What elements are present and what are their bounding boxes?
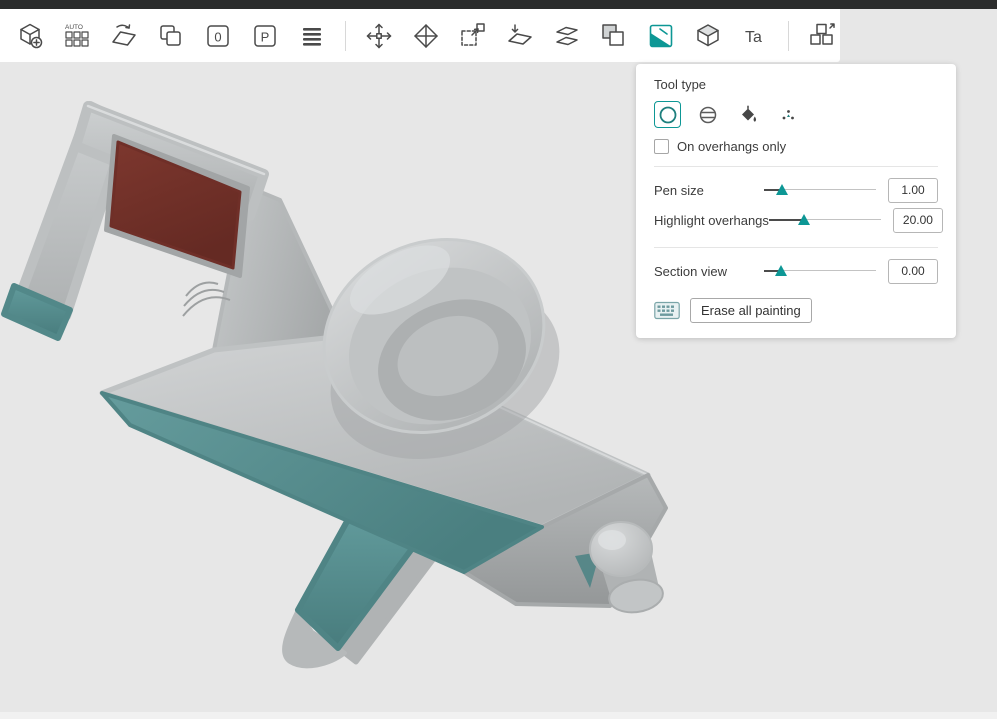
gap-fill-tool-icon <box>777 104 799 126</box>
section-view-row: Section view <box>654 256 938 286</box>
toolbar-separator <box>345 21 346 51</box>
add-model-icon <box>15 21 45 51</box>
svg-text:AUTO: AUTO <box>65 24 83 31</box>
toolbar-layer-height-button[interactable] <box>294 18 330 54</box>
toolbar-rotate-button[interactable] <box>408 18 444 54</box>
assembly-view-icon <box>807 21 837 51</box>
pen-size-value-input[interactable] <box>888 178 938 203</box>
scale-icon <box>458 21 488 51</box>
seam-painting-icon <box>693 21 723 51</box>
toolbar-move-button[interactable] <box>361 18 397 54</box>
pen-size-slider[interactable] <box>764 179 876 201</box>
toolbar-text-shape-button[interactable]: Ta <box>737 18 773 54</box>
support-painting-icon <box>646 21 676 51</box>
sphere-tool-icon <box>697 104 719 126</box>
highlight-overhangs-label: Highlight overhangs <box>654 213 769 228</box>
panel-title: Tool type <box>654 77 938 92</box>
fill-plate-0-icon: 0 <box>203 21 233 51</box>
highlight-overhangs-row: Highlight overhangs <box>654 205 938 235</box>
arrange-icon: AUTO <box>62 21 92 51</box>
rotate-icon <box>411 21 441 51</box>
toolbar-split-button[interactable] <box>549 18 585 54</box>
pen-size-label: Pen size <box>654 183 764 198</box>
keyboard-shortcuts-button[interactable] <box>654 301 680 320</box>
toolbar-place-on-face-button[interactable] <box>502 18 538 54</box>
add-plate-p-icon: P <box>250 21 280 51</box>
tool-sphere[interactable] <box>694 101 721 128</box>
toolbar-add-plate-button[interactable]: P <box>247 18 283 54</box>
window-title-strip <box>0 0 997 9</box>
panel-bottom-row: Erase all painting <box>654 298 938 323</box>
section-view-slider-thumb[interactable] <box>775 265 787 276</box>
on-overhangs-only-checkbox[interactable] <box>654 139 669 154</box>
section-view-value-input[interactable] <box>888 259 938 284</box>
tool-type-row <box>654 101 938 128</box>
model-base-plate[interactable] <box>102 208 666 666</box>
overhangs-only-row: On overhangs only <box>654 139 938 154</box>
place-on-face-icon <box>505 21 535 51</box>
split-icon <box>552 21 582 51</box>
clone-icon <box>156 21 186 51</box>
highlight-overhangs-value-input[interactable] <box>893 208 943 233</box>
toolbar-seam-painting-button[interactable] <box>690 18 726 54</box>
tool-gap-fill[interactable] <box>774 101 801 128</box>
panel-divider <box>654 166 938 167</box>
toolbar-mesh-boolean-button[interactable] <box>596 18 632 54</box>
model-hook[interactable] <box>4 106 344 350</box>
tool-circle[interactable] <box>654 101 681 128</box>
toolbar-separator <box>788 21 789 51</box>
peg-knob-highlight <box>598 530 626 550</box>
auto-orient-icon <box>109 21 139 51</box>
toolbar-fill-plate-button[interactable]: 0 <box>200 18 236 54</box>
fill-tool-icon <box>737 104 759 126</box>
on-overhangs-only-label: On overhangs only <box>677 139 786 154</box>
toolbar-support-painting-button[interactable] <box>643 18 679 54</box>
circle-tool-icon <box>657 104 679 126</box>
pen-size-row: Pen size <box>654 175 938 205</box>
svg-text:P: P <box>261 29 270 44</box>
toolbar-auto-orient-button[interactable] <box>106 18 142 54</box>
support-painting-panel: Tool type <box>636 64 956 338</box>
svg-text:0: 0 <box>214 29 221 44</box>
variable-layer-height-icon <box>297 21 327 51</box>
svg-text:Ta: Ta <box>745 29 762 46</box>
top-toolbar: AUTO 0 <box>0 9 840 62</box>
move-icon <box>364 21 394 51</box>
highlight-overhangs-slider-thumb[interactable] <box>798 214 810 225</box>
tool-fill[interactable] <box>734 101 761 128</box>
keyboard-icon <box>654 301 680 320</box>
toolbar-arrange-button[interactable]: AUTO <box>59 18 95 54</box>
erase-all-painting-button[interactable]: Erase all painting <box>690 298 812 323</box>
toolbar-scale-button[interactable] <box>455 18 491 54</box>
bottom-strip <box>0 712 997 719</box>
toolbar-clone-button[interactable] <box>153 18 189 54</box>
toolbar-add-model-button[interactable] <box>12 18 48 54</box>
section-view-label: Section view <box>654 264 764 279</box>
toolbar-assembly-view-button[interactable] <box>804 18 840 54</box>
section-view-slider[interactable] <box>764 260 876 282</box>
pen-size-slider-thumb[interactable] <box>776 184 788 195</box>
text-shape-icon: Ta <box>740 21 770 51</box>
panel-divider <box>654 247 938 248</box>
mesh-boolean-icon <box>599 21 629 51</box>
peg-knob[interactable] <box>590 522 652 576</box>
highlight-overhangs-slider[interactable] <box>769 209 881 231</box>
